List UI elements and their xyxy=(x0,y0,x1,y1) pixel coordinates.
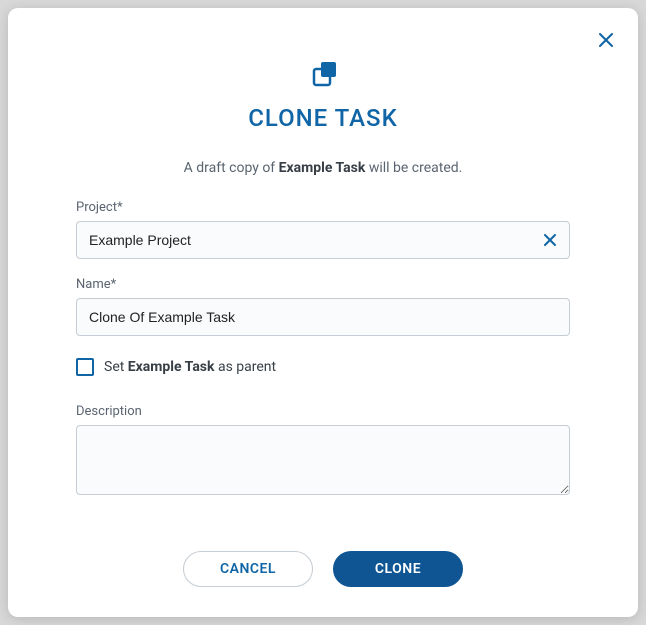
name-input-wrap xyxy=(76,298,570,336)
set-parent-suffix: as parent xyxy=(214,359,276,375)
set-parent-label: Set Example Task as parent xyxy=(104,359,276,375)
cancel-button[interactable]: CANCEL xyxy=(183,551,313,587)
clone-button[interactable]: CLONE xyxy=(333,551,463,587)
close-button[interactable] xyxy=(592,26,620,54)
project-clear-button[interactable] xyxy=(538,228,562,252)
name-input[interactable] xyxy=(76,298,570,336)
project-label: Project* xyxy=(76,200,570,215)
clone-icon xyxy=(32,58,614,90)
close-icon xyxy=(598,32,614,48)
clear-icon xyxy=(543,233,557,247)
set-parent-prefix: Set xyxy=(104,359,128,375)
form-area: Project* Name* Set Example Task as paren… xyxy=(32,200,614,587)
description-label: Description xyxy=(76,404,570,419)
name-label: Name* xyxy=(76,277,570,292)
set-parent-task-name: Example Task xyxy=(128,359,215,375)
subtitle-suffix: will be created. xyxy=(365,160,462,176)
clone-task-dialog: CLONE TASK A draft copy of Example Task … xyxy=(8,8,638,617)
subtitle-prefix: A draft copy of xyxy=(184,160,279,176)
dialog-title: CLONE TASK xyxy=(32,104,614,132)
project-input[interactable] xyxy=(76,221,570,259)
project-input-wrap xyxy=(76,221,570,259)
subtitle-task-name: Example Task xyxy=(279,160,366,176)
description-input[interactable] xyxy=(76,425,570,495)
set-parent-checkbox[interactable] xyxy=(76,358,94,376)
dialog-subtitle: A draft copy of Example Task will be cre… xyxy=(32,160,614,176)
button-row: CANCEL CLONE xyxy=(76,551,570,587)
set-parent-row: Set Example Task as parent xyxy=(76,358,570,376)
